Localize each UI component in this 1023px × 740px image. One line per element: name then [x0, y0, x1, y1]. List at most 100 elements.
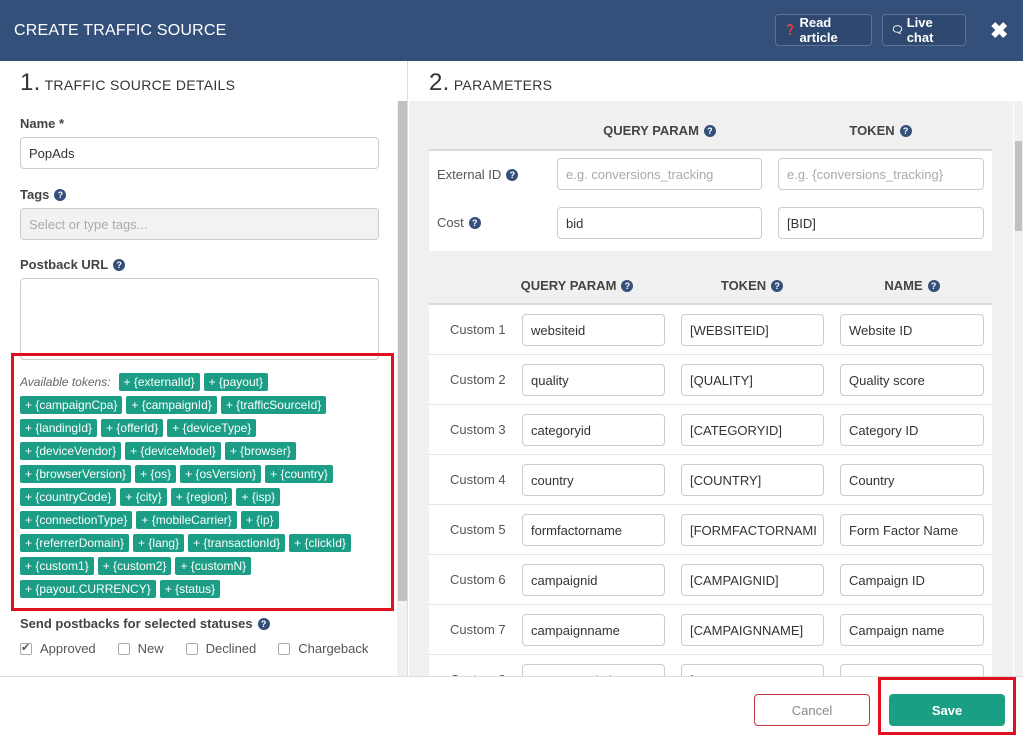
custom-token-input[interactable]: [CATEGORYID] [681, 414, 824, 446]
token-chip[interactable]: + {isp} [236, 488, 281, 506]
read-article-button[interactable]: ❓ Read article [775, 14, 872, 46]
checkbox[interactable] [20, 641, 32, 655]
external-id-token-input[interactable]: e.g. {conversions_tracking} [778, 158, 984, 190]
save-button[interactable]: Save [889, 694, 1005, 726]
token-chip[interactable]: + {offerId} [101, 419, 164, 437]
token-chip[interactable]: + {mobileCarrier} [136, 511, 237, 529]
token-chip[interactable]: + {connectionType} [20, 511, 133, 529]
chat-bubble-icon: 🗨 [891, 24, 904, 36]
parameters-panel: 2. PARAMETERS QUERY PARAM? TOKEN? Extern… [409, 61, 1023, 676]
custom-query-input[interactable]: formfactorname [522, 514, 665, 546]
tags-input[interactable]: Select or type tags... [20, 208, 379, 240]
token-chip[interactable]: + {trafficSourceId} [220, 396, 327, 414]
token-chip[interactable]: + {transactionId} [188, 534, 286, 552]
token-chip[interactable]: + {city} [120, 488, 167, 506]
custom-name-input[interactable]: S [840, 664, 984, 676]
token-chip[interactable]: + {countryCode} [20, 488, 117, 506]
custom-token-input[interactable]: [WEBSITEID] [681, 314, 824, 346]
custom-token-input[interactable]: [CAMPAIGNNAME] [681, 614, 824, 646]
token-chip[interactable]: + {browserVersion} [20, 465, 132, 483]
custom-query-input[interactable]: campaignid [522, 564, 665, 596]
token-chip[interactable]: + {clickId} [289, 534, 351, 552]
custom-query-input[interactable]: country [522, 464, 665, 496]
postback-url-textarea[interactable] [20, 278, 379, 360]
name-input[interactable]: PopAds [20, 137, 379, 169]
status-checkbox-item[interactable]: Declined [185, 641, 256, 656]
custom-token-input[interactable]: [FORMFACTORNAMI [681, 514, 824, 546]
token-chip[interactable]: + {payout.CURRENCY} [20, 580, 156, 598]
help-icon[interactable]: ? [54, 189, 67, 201]
token-chip[interactable]: + {referrerDomain} [20, 534, 130, 552]
cost-query-input[interactable]: bid [557, 207, 762, 239]
token-chip[interactable]: + {campaignCpa} [20, 396, 123, 414]
custom-param-row: Custom 7 campaignname [CAMPAIGNNAME] Campai… [429, 605, 992, 655]
statuses-label-wrap: Send postbacks for selected statuses? [20, 616, 270, 631]
token-row: + {connectionType} + {mobileCarrier} + {ip… [20, 511, 388, 529]
custom-name-input[interactable]: Campaign name [840, 614, 984, 646]
custom-name-input[interactable]: Form Factor Name [840, 514, 984, 546]
checkbox[interactable] [117, 642, 130, 655]
token-chip[interactable]: + {region} [170, 488, 233, 506]
external-id-query-input[interactable]: e.g. conversions_tracking [557, 158, 762, 190]
token-chip[interactable]: + {ip} [240, 511, 279, 529]
token-chip[interactable]: + {status} [159, 580, 221, 598]
status-checkbox-item[interactable]: New [117, 641, 164, 656]
token-row: + {custom1} + {custom2} + {customN} [20, 557, 388, 575]
help-icon[interactable]: ? [257, 618, 270, 630]
custom-name-input[interactable]: Website ID [840, 314, 984, 346]
custom-token-input[interactable]: [CAMPAIGNID] [681, 564, 824, 596]
token-chip[interactable]: + {osVersion} [180, 465, 262, 483]
checkbox[interactable] [278, 642, 291, 655]
checkbox[interactable] [185, 642, 198, 655]
right-scrollbar-thumb[interactable] [1015, 141, 1022, 231]
token-chip[interactable]: + {externalId} [118, 373, 200, 391]
close-icon[interactable]: ✖ [990, 20, 1008, 42]
custom-token-input[interactable]: [QUALITY] [681, 364, 824, 396]
custom-name-input[interactable]: Campaign ID [840, 564, 984, 596]
token-chip[interactable]: + {campaignId} [126, 396, 217, 414]
help-icon[interactable]: ? [468, 217, 481, 229]
cost-token-input[interactable]: [BID] [778, 207, 984, 239]
custom-name-input[interactable]: Category ID [840, 414, 984, 446]
token-chip[interactable]: + {deviceType} [167, 419, 257, 437]
help-icon[interactable]: ? [113, 259, 126, 271]
custom-row-label: Custom 7 [450, 622, 506, 637]
help-icon[interactable]: ? [621, 280, 634, 292]
token-chip[interactable]: + {custom2} [97, 557, 172, 575]
custom-query-input[interactable]: campaignname [522, 614, 665, 646]
help-icon[interactable]: ? [771, 280, 784, 292]
status-checkbox-item[interactable]: Chargeback [278, 641, 368, 656]
status-checkbox-item[interactable]: Approved [20, 641, 96, 656]
custom-name-input[interactable]: Country [840, 464, 984, 496]
help-icon[interactable]: ? [506, 169, 519, 181]
left-scrollbar-thumb[interactable] [398, 101, 407, 601]
custom-query-input[interactable]: quality [522, 364, 665, 396]
help-icon[interactable]: ? [927, 280, 940, 292]
custom-token-input[interactable]: [COUNTRY] [681, 464, 824, 496]
token-chip[interactable]: + {deviceModel} [125, 442, 221, 460]
token-chip[interactable]: + {custom1} [20, 557, 94, 575]
right-scrollbar[interactable] [1014, 101, 1023, 676]
token-chip[interactable]: + {landingId} [20, 419, 98, 437]
token-chip[interactable]: + {deviceVendor} [20, 442, 122, 460]
custom-param-row: Custom 2 quality [QUALITY] Quality score [429, 355, 992, 405]
help-icon[interactable]: ? [899, 125, 912, 137]
token-chip[interactable]: + {payout} [203, 373, 268, 391]
custom-query-input[interactable]: screenresolution [522, 664, 665, 676]
help-icon[interactable]: ? [703, 125, 716, 137]
token-chip[interactable]: + {browser} [224, 442, 296, 460]
custom-query-input[interactable]: categoryid [522, 414, 665, 446]
custom-name-input[interactable]: Quality score [840, 364, 984, 396]
token-chip[interactable]: + {customN} [175, 557, 252, 575]
cancel-button[interactable]: Cancel [754, 694, 870, 726]
token-chip[interactable]: + {os} [135, 465, 177, 483]
left-scrollbar[interactable] [397, 101, 407, 676]
custom-query-input[interactable]: websiteid [522, 314, 665, 346]
token-row: + {browserVersion} + {os} + {osVersion} + {… [20, 465, 388, 483]
token-chip[interactable]: + {country} [265, 465, 333, 483]
live-chat-button[interactable]: 🗨 Live chat [882, 14, 966, 46]
live-chat-label: Live chat [906, 15, 934, 45]
custom-token-input[interactable]: [SCREENRESOLUTIO [681, 664, 824, 676]
custom-row-label: Custom 3 [450, 422, 506, 437]
token-chip[interactable]: + {lang} [133, 534, 185, 552]
